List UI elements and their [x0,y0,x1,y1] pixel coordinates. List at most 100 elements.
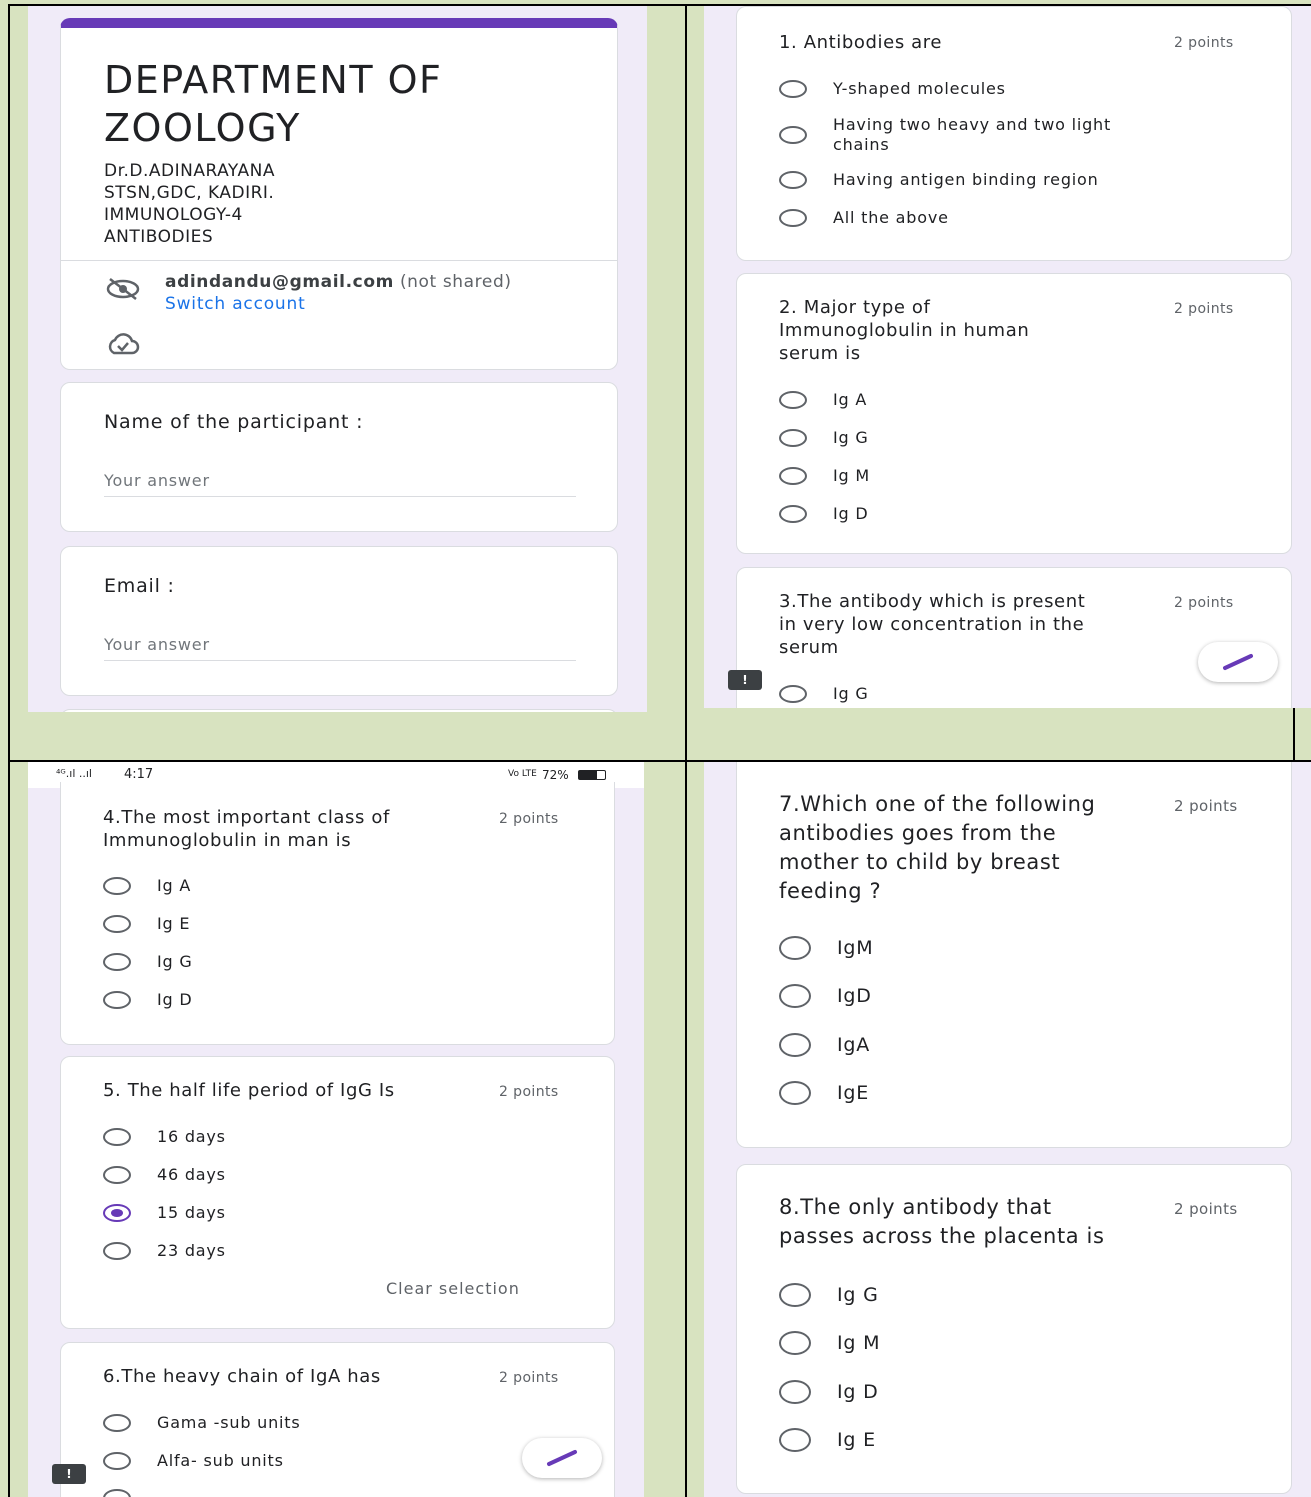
grid-line [8,4,10,1497]
panel-questions-4-6: ⁴ᴳ.ıl ..ıl 4:17 Vo LTE 72% 4.The most im… [28,762,644,1497]
points-label: 2 points [1174,595,1234,611]
points-label: 2 points [1174,35,1234,51]
option-23-days[interactable]: 23 days [103,1241,226,1261]
radio-button[interactable] [103,1242,131,1260]
name-input[interactable]: Your answer [104,471,576,497]
radio-button[interactable] [103,1166,131,1184]
panel-questions-7-8: 7.Which one of the following antibodies … [704,762,1311,1497]
radio-button[interactable] [779,1283,811,1307]
radio-button[interactable] [103,1128,131,1146]
radio-button[interactable] [779,1428,811,1452]
email-field-card: Email : Your answer [60,546,618,696]
radio-button[interactable] [779,505,807,523]
option-ig-d[interactable]: Ig D [103,990,192,1010]
option-ig-d[interactable]: Ig D [779,504,868,524]
status-time: 4:17 [124,767,154,782]
option-y-shaped[interactable]: Y-shaped molecules [779,79,1006,99]
option-ig-a[interactable]: Ig A [779,390,867,410]
points-label: 2 points [499,1084,559,1100]
radio-button[interactable] [779,171,807,189]
radio-button-selected[interactable] [103,1204,131,1222]
report-issue-icon[interactable]: ! [728,670,762,690]
option-ig-g[interactable]: Ig G [779,428,869,448]
option-ig-m[interactable]: Ig M [779,1331,880,1355]
radio-button[interactable] [779,1081,811,1105]
panel-questions-1-3: 1. Antibodies are 2 points Y-shaped mole… [704,6,1311,708]
radio-button[interactable] [779,984,811,1008]
radio-button[interactable] [103,1489,131,1497]
radio-button[interactable] [779,936,811,960]
question-title: 6.The heavy chain of IgA has [103,1366,381,1387]
option-ig-d[interactable]: Ig D [779,1380,879,1404]
option-ig-g[interactable]: Ig G [779,1283,879,1307]
radio-button[interactable] [779,209,807,227]
points-label: 2 points [499,1370,559,1386]
radio-button[interactable] [779,126,807,144]
question-card-1: 1. Antibodies are 2 points Y-shaped mole… [736,6,1292,261]
option-ig-e[interactable]: Ig E [779,1428,876,1452]
option-igd[interactable]: IgD [779,984,872,1008]
radio-button[interactable] [779,391,807,409]
radio-button[interactable] [779,1331,811,1355]
option-ig-e[interactable]: Ig E [103,914,190,934]
not-shared-label: (not shared) [399,272,512,292]
option-ig-m[interactable]: Ig M [779,466,870,486]
edit-fab[interactable] [1198,642,1278,682]
battery-icon [578,770,606,780]
option-16-days[interactable]: 16 days [103,1127,226,1147]
radio-button[interactable] [779,685,807,703]
radio-button[interactable] [779,1033,811,1057]
pencil-icon [1223,654,1253,670]
radio-button[interactable] [779,80,807,98]
switch-account-link[interactable]: Switch account [165,294,306,314]
option-antigen-binding[interactable]: Having antigen binding region [779,170,1099,190]
panel-form-header: DEPARTMENT OF ZOOLOGY Dr.D.ADINARAYANA S… [28,6,647,712]
radio-button[interactable] [103,991,131,1009]
report-issue-icon[interactable]: ! [52,1464,86,1484]
grid-line [1293,708,1295,760]
radio-button[interactable] [103,1452,131,1470]
question-card-3: 3.The antibody which is present in very … [736,567,1292,708]
option-ige[interactable]: IgE [779,1081,869,1105]
points-label: 2 points [499,811,559,827]
network-icon: Vo LTE [508,769,537,779]
email-input[interactable]: Your answer [104,635,576,661]
radio-button[interactable] [779,429,807,447]
option-all-above[interactable]: All the above [779,208,949,228]
question-title: 7.Which one of the following antibodies … [779,792,1096,903]
option-heavy-light[interactable]: Having two heavy and two light chains [779,115,1111,155]
radio-button[interactable] [103,1414,131,1432]
next-card-edge [60,709,618,712]
option-ig-g[interactable]: Ig G [103,952,193,972]
clear-selection-button[interactable]: Clear selection [386,1279,520,1298]
form-description: Dr.D.ADINARAYANA STSN,GDC, KADIRI. IMMUN… [104,161,275,247]
battery-percent: 72% [542,768,569,782]
account-email: adindandu@gmail.com [165,272,394,292]
option-15-days[interactable]: 15 days [103,1203,226,1223]
option-gama[interactable]: Gama -sub units [103,1413,301,1433]
option-igm[interactable]: IgM [779,936,873,960]
name-field-card: Name of the participant : Your answer [60,382,618,532]
option-partial[interactable] [103,1489,157,1497]
cloud-check-icon [105,332,141,362]
option-46-days[interactable]: 46 days [103,1165,226,1185]
signal-icon: ⁴ᴳ.ıl ..ıl [56,767,92,780]
question-card-8: 8.The only antibody that passes across t… [736,1164,1292,1494]
header-card: DEPARTMENT OF ZOOLOGY Dr.D.ADINARAYANA S… [60,18,618,370]
radio-button[interactable] [779,467,807,485]
points-label: 2 points [1174,301,1234,317]
radio-button[interactable] [103,877,131,895]
points-label: 2 points [1174,1200,1238,1218]
option-alfa[interactable]: Alfa- sub units [103,1451,284,1471]
question-card-2: 2. Major type of Immunoglobulin in human… [736,273,1292,554]
question-title: 8.The only antibody that passes across t… [779,1195,1105,1248]
edit-fab[interactable] [522,1438,602,1478]
option-ig-g[interactable]: Ig G [779,684,869,704]
radio-button[interactable] [103,953,131,971]
radio-button[interactable] [103,915,131,933]
question-title: 5. The half life period of IgG Is [103,1080,395,1101]
option-iga[interactable]: IgA [779,1033,870,1057]
radio-button[interactable] [779,1380,811,1404]
option-ig-a[interactable]: Ig A [103,876,191,896]
form-title: DEPARTMENT OF ZOOLOGY [104,58,443,150]
